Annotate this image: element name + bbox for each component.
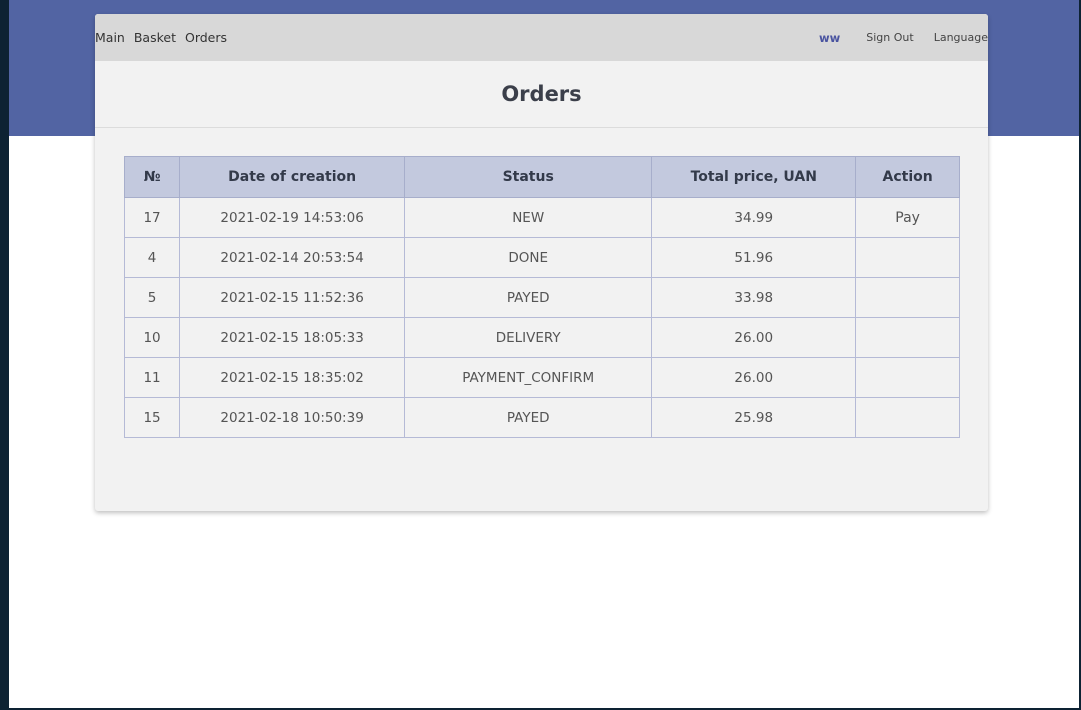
order-status-cell: PAYMENT_CONFIRM <box>404 357 653 398</box>
pay-button[interactable]: Pay <box>895 210 920 226</box>
order-id-cell: 4 <box>123 237 181 278</box>
orders-card: Main Basket Orders ww Sign Out Language … <box>95 14 988 511</box>
order-status-cell: DONE <box>404 237 653 278</box>
order-date-cell: 2021-02-15 18:05:33 <box>179 317 406 358</box>
order-price-cell: 25.98 <box>651 397 857 438</box>
order-id-cell: 10 <box>123 317 181 358</box>
browser-viewport: Main Basket Orders ww Sign Out Language … <box>9 0 1079 708</box>
order-date-cell: 2021-02-14 20:53:54 <box>179 237 406 278</box>
order-id-cell: 15 <box>123 397 181 438</box>
order-action-cell <box>855 237 960 278</box>
nav-right-group: ww Sign Out Language <box>819 14 988 61</box>
order-date-cell: 2021-02-18 10:50:39 <box>179 397 406 438</box>
table-row: 17 2021-02-19 14:53:06 NEW 34.99 Pay <box>123 197 960 238</box>
header-date: Date of creation <box>179 156 406 198</box>
table-row: 4 2021-02-14 20:53:54 DONE 51.96 <box>123 237 960 278</box>
nav-left-group: Main Basket Orders <box>95 14 227 61</box>
header-number: № <box>123 156 181 198</box>
order-date-cell: 2021-02-19 14:53:06 <box>179 197 406 238</box>
order-action-cell <box>855 357 960 398</box>
order-action-cell: Pay <box>855 197 960 238</box>
nav-orders-link[interactable]: Orders <box>185 30 227 45</box>
order-action-cell <box>855 317 960 358</box>
order-action-cell <box>855 397 960 438</box>
language-link[interactable]: Language <box>934 31 988 44</box>
top-navbar: Main Basket Orders ww Sign Out Language <box>95 14 988 61</box>
order-price-cell: 26.00 <box>651 357 857 398</box>
table-row: 15 2021-02-18 10:50:39 PAYED 25.98 <box>123 397 960 438</box>
nav-main-link[interactable]: Main <box>95 30 125 45</box>
order-price-cell: 51.96 <box>651 237 857 278</box>
order-id-cell: 17 <box>123 197 181 238</box>
header-action: Action <box>855 156 960 198</box>
header-status: Status <box>404 156 653 198</box>
nav-basket-link[interactable]: Basket <box>134 30 176 45</box>
table-row: 11 2021-02-15 18:35:02 PAYMENT_CONFIRM 2… <box>123 357 960 398</box>
header-total-price: Total price, UAN <box>651 156 857 198</box>
order-status-cell: PAYED <box>404 277 653 318</box>
table-row: 10 2021-02-15 18:05:33 DELIVERY 26.00 <box>123 317 960 358</box>
order-status-cell: NEW <box>404 197 653 238</box>
orders-table: № Date of creation Status Total price, U… <box>123 156 960 438</box>
order-id-cell: 5 <box>123 277 181 318</box>
order-date-cell: 2021-02-15 11:52:36 <box>179 277 406 318</box>
sign-out-link[interactable]: Sign Out <box>866 31 913 44</box>
table-row: 5 2021-02-15 11:52:36 PAYED 33.98 <box>123 277 960 318</box>
page-title: Orders <box>95 61 988 128</box>
order-price-cell: 26.00 <box>651 317 857 358</box>
order-action-cell <box>855 277 960 318</box>
order-status-cell: PAYED <box>404 397 653 438</box>
order-status-cell: DELIVERY <box>404 317 653 358</box>
order-date-cell: 2021-02-15 18:35:02 <box>179 357 406 398</box>
table-header-row: № Date of creation Status Total price, U… <box>123 156 960 198</box>
nav-username[interactable]: ww <box>819 31 840 45</box>
order-id-cell: 11 <box>123 357 181 398</box>
order-price-cell: 34.99 <box>651 197 857 238</box>
order-price-cell: 33.98 <box>651 277 857 318</box>
